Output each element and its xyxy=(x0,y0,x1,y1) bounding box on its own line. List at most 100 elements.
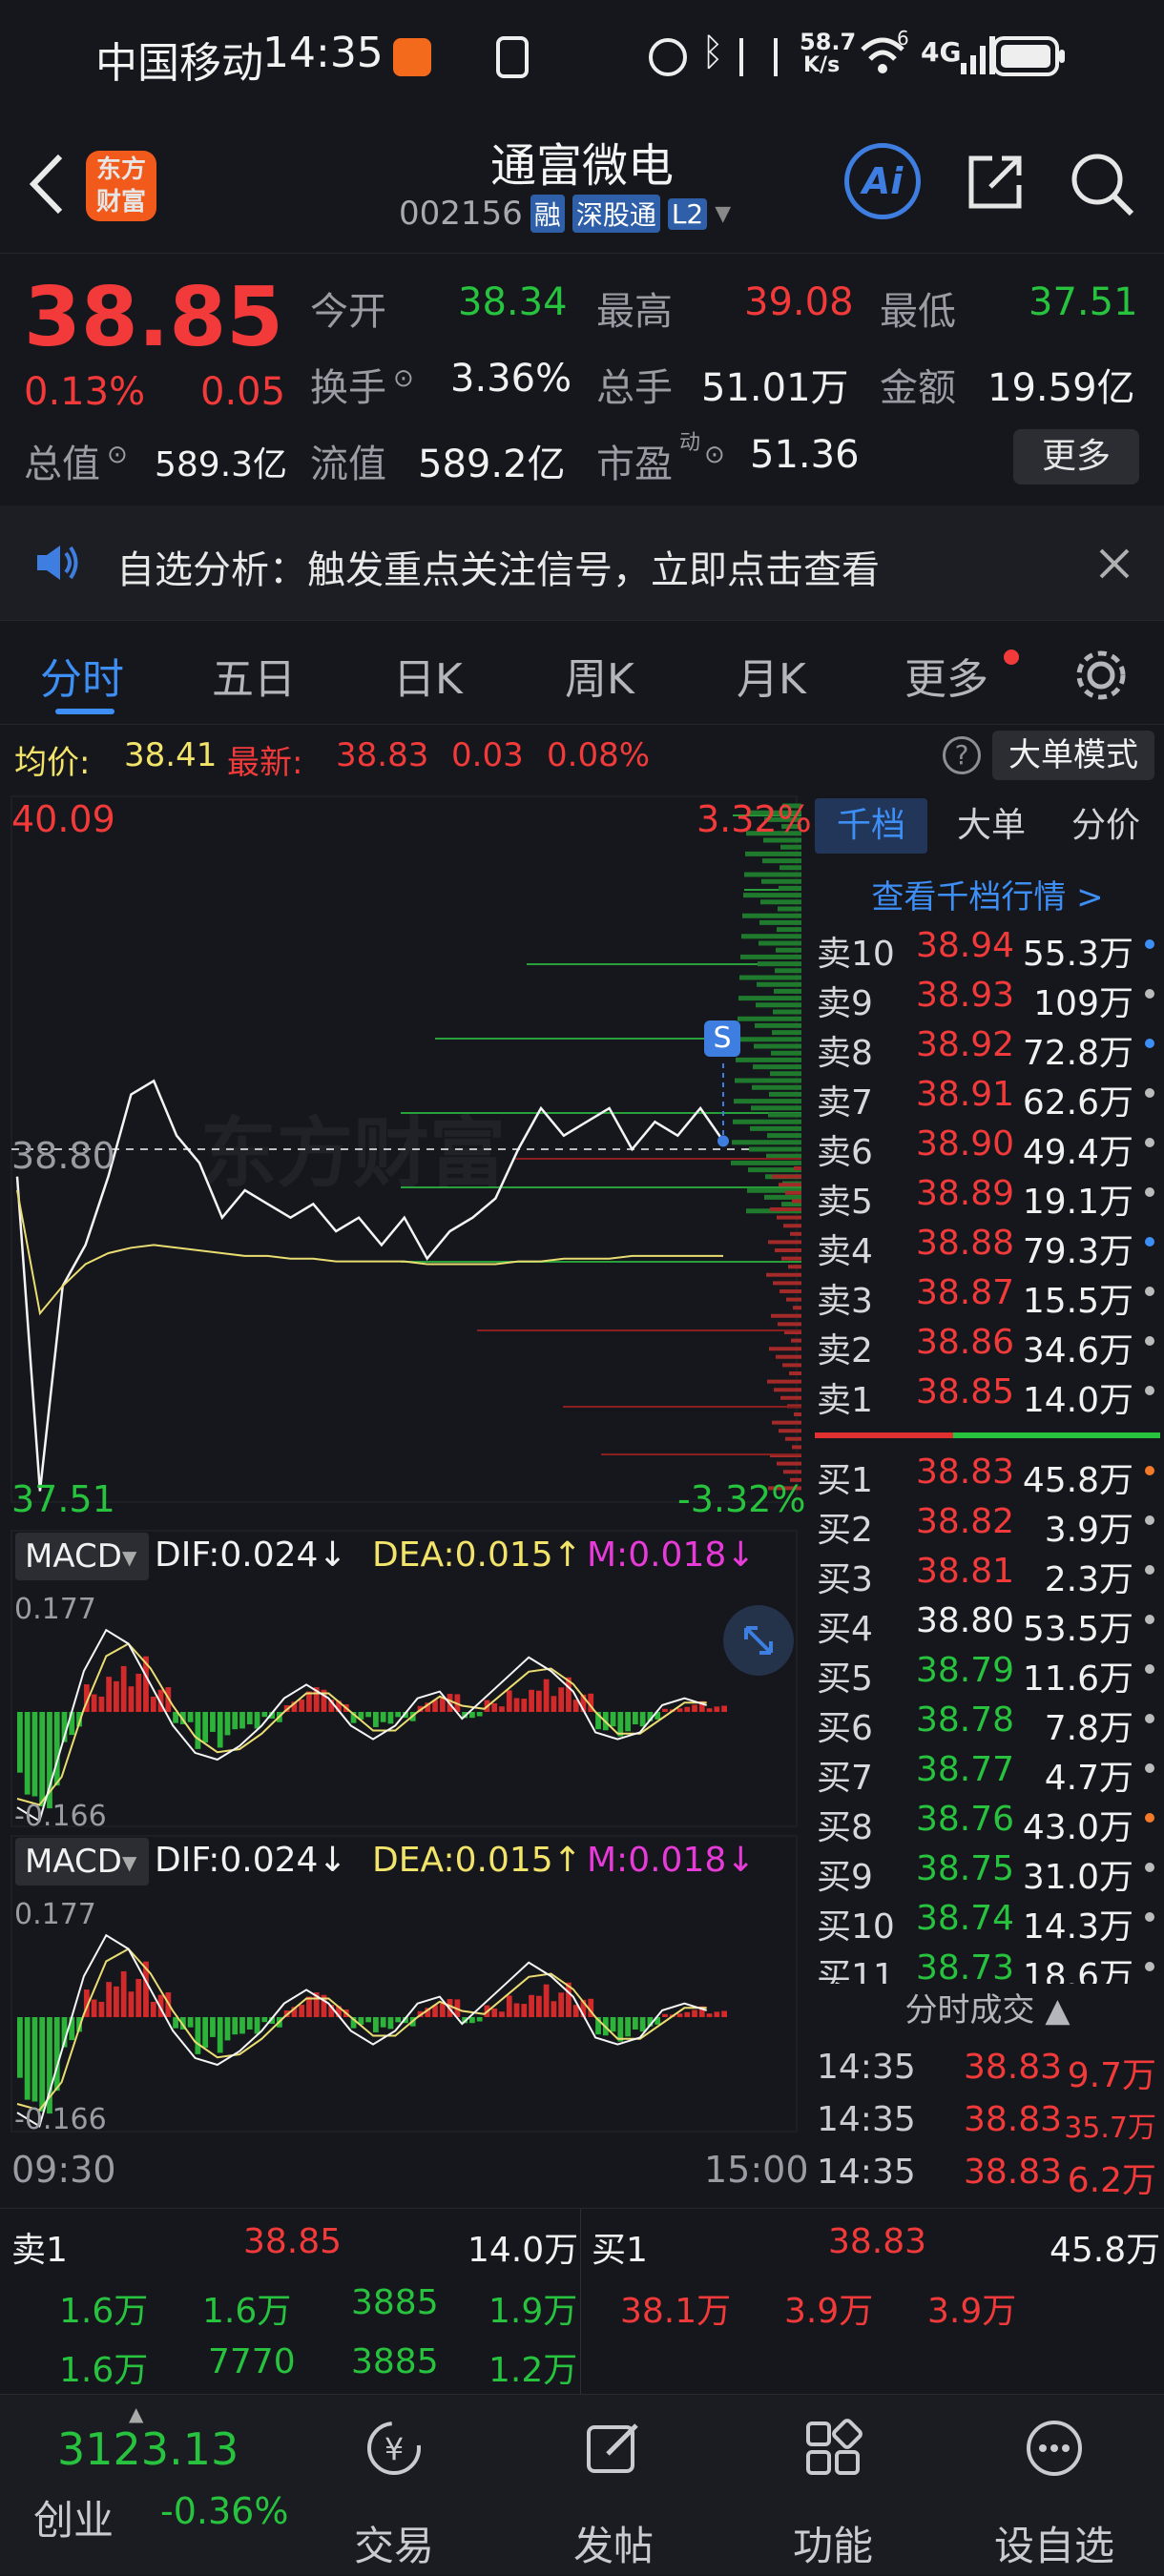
back-arrow-icon[interactable] xyxy=(24,151,67,217)
big-order-mode-button[interactable]: 大单模式 xyxy=(992,731,1154,780)
bid-level-row[interactable]: 买2 38.82 3.9万 xyxy=(811,1498,1164,1550)
macd2-m: M:0.018↓ xyxy=(587,1841,756,1880)
macd-histogram-bar xyxy=(632,2017,638,2030)
wifi-generation: 6 xyxy=(897,27,909,50)
amount-value: 19.59亿 xyxy=(987,366,1135,410)
bid-level-row[interactable]: 买6 38.78 7.8万 xyxy=(811,1697,1164,1748)
open-label: 今开 xyxy=(310,290,386,334)
level-label: 卖7 xyxy=(817,1083,873,1123)
signal-badge[interactable]: S xyxy=(704,1020,740,1057)
level-label: 卖4 xyxy=(817,1232,873,1271)
ask-level-row[interactable]: 卖1 38.85 14.0万 xyxy=(811,1369,1164,1420)
macd-histogram-bar xyxy=(692,2009,697,2017)
tab-daily-k[interactable]: 日K xyxy=(393,645,463,706)
sell-order: 1.6万 xyxy=(59,2351,149,2390)
level-price: 38.78 xyxy=(916,1700,1015,1740)
order-dot xyxy=(1145,1237,1154,1247)
ask-level-row[interactable]: 卖3 38.87 15.5万 xyxy=(811,1269,1164,1321)
macd-histogram-bar xyxy=(684,2011,691,2017)
expand-icon[interactable] xyxy=(723,1605,794,1676)
turnover-info-icon[interactable]: ⊙ xyxy=(393,364,414,393)
notice-text: 自选分析：触发重点关注信号，立即点击查看 xyxy=(116,548,880,592)
pe-info-icon[interactable]: ⊙ xyxy=(704,441,725,469)
macd-histogram-bar xyxy=(676,2013,683,2017)
level-volume: 109万 xyxy=(1033,984,1133,1023)
quote-panel: 38.85 0.13% 0.05 今开 38.34 最高 39.08 最低 37… xyxy=(0,253,1164,501)
tab-weekly-k[interactable]: 周K xyxy=(565,645,634,706)
stock-code: 002156 xyxy=(399,195,523,233)
macd-histogram-bar xyxy=(365,1712,371,1718)
macd1-dea: DEA:0.015↑ xyxy=(372,1535,582,1575)
level-price: 38.92 xyxy=(916,1025,1015,1064)
level-label: 买10 xyxy=(817,1907,895,1947)
latest-label: 最新: xyxy=(227,744,303,782)
close-icon[interactable] xyxy=(1097,546,1132,581)
macd-histogram-bar xyxy=(476,2017,483,2022)
bid-level-row[interactable]: 买7 38.77 4.7万 xyxy=(811,1746,1164,1798)
macd-histogram-bar xyxy=(246,2017,253,2030)
bid-level-row[interactable]: 买4 38.80 53.5万 xyxy=(811,1597,1164,1649)
order-dot xyxy=(1145,1714,1154,1723)
macd-histogram-bar xyxy=(239,1712,245,1729)
view-depth-link[interactable]: 查看千档行情 > xyxy=(811,871,1164,917)
more-button[interactable]: 更多 xyxy=(1013,429,1139,484)
bid-level-row[interactable]: 买9 38.75 31.0万 xyxy=(811,1845,1164,1897)
stock-code-row: 002156 融 深股通 L2 ▼ xyxy=(399,195,731,233)
tab-more[interactable]: 更多 xyxy=(904,645,988,706)
bid-level-row[interactable]: 买3 38.81 2.3万 xyxy=(811,1548,1164,1599)
tab-intraday[interactable]: 分时 xyxy=(40,645,124,706)
order-dot xyxy=(1145,1863,1154,1872)
bid-level-row[interactable]: 买8 38.76 43.0万 xyxy=(811,1796,1164,1847)
tab-monthly-k[interactable]: 月K xyxy=(737,645,806,706)
share-icon[interactable] xyxy=(964,151,1027,214)
macd2-dea: DEA:0.015↑ xyxy=(372,1841,582,1880)
bid-level-row[interactable]: 买5 38.79 11.6万 xyxy=(811,1647,1164,1699)
tab-five-day[interactable]: 五日 xyxy=(212,645,296,706)
order-dot xyxy=(1145,1138,1154,1147)
divider xyxy=(580,2209,581,2395)
index-ticker[interactable]: ▲ 3123.13 创业 -0.36% xyxy=(0,2395,315,2576)
tab-big-orders[interactable]: 大单 xyxy=(935,798,1048,854)
buy-order: 38.1万 xyxy=(620,2292,732,2331)
ask-level-row[interactable]: 卖6 38.90 49.4万 xyxy=(811,1121,1164,1172)
trade-volume: 9.7万 xyxy=(1067,2056,1156,2095)
order-dot xyxy=(1145,1466,1154,1475)
trades-header[interactable]: 分时成交 ▲ xyxy=(811,1984,1164,2030)
ask-level-row[interactable]: 卖5 38.89 19.1万 xyxy=(811,1170,1164,1222)
help-icon[interactable]: ? xyxy=(943,736,981,774)
ask-level-row[interactable]: 卖7 38.91 62.6万 xyxy=(811,1071,1164,1123)
macd-selector-2[interactable]: MACD ▼ xyxy=(15,1838,149,1886)
level-label: 买9 xyxy=(817,1858,873,1897)
order-dot xyxy=(1145,989,1154,999)
macd-selector-1[interactable]: MACD ▼ xyxy=(15,1533,149,1580)
macd-histogram-bar xyxy=(521,1699,528,1712)
dropdown-caret-icon[interactable]: ▼ xyxy=(715,202,731,226)
macd2-bottom: -0.166 xyxy=(14,2103,107,2136)
ask-level-row[interactable]: 卖2 38.86 34.6万 xyxy=(811,1319,1164,1370)
order-dot xyxy=(1145,1515,1154,1525)
tab-thousand-levels[interactable]: 千档 xyxy=(815,798,927,854)
order-dot xyxy=(1145,1386,1154,1395)
ask-level-row[interactable]: 卖4 38.88 79.3万 xyxy=(811,1220,1164,1271)
ask-level-row[interactable]: 卖8 38.92 72.8万 xyxy=(811,1021,1164,1073)
market-cap-info-icon[interactable]: ⊙ xyxy=(107,441,128,469)
notice-banner[interactable]: 自选分析：触发重点关注信号，立即点击查看 xyxy=(0,505,1164,620)
level-label: 卖2 xyxy=(817,1331,873,1370)
tab-price-distribution[interactable]: 分价 xyxy=(1050,798,1162,854)
bid-level-row[interactable]: 买10 38.74 14.3万 xyxy=(811,1895,1164,1947)
level-price: 38.83 xyxy=(916,1453,1015,1492)
macd-histogram-bar xyxy=(439,1698,446,1712)
bid-ask-ratio-bar xyxy=(815,1432,1160,1438)
ask-level-row[interactable]: 卖10 38.94 55.3万 xyxy=(811,922,1164,974)
search-icon[interactable] xyxy=(1069,151,1135,217)
bid-level-row[interactable]: 买1 38.83 45.8万 xyxy=(811,1449,1164,1500)
buy1-total: 45.8万 xyxy=(1050,2231,1161,2270)
ai-assistant-button[interactable]: Ai xyxy=(844,143,921,219)
ask-level-row[interactable]: 卖9 38.93 109万 xyxy=(811,972,1164,1023)
macd-histogram-bar xyxy=(639,2017,646,2032)
eastmoney-logo[interactable]: 东方 财富 xyxy=(86,151,156,221)
settings-gear-icon[interactable] xyxy=(1073,648,1129,703)
turnover-label: 换手 xyxy=(310,366,386,410)
macd-histogram-bar xyxy=(128,1686,135,1712)
macd-histogram-bar xyxy=(551,1696,557,1712)
